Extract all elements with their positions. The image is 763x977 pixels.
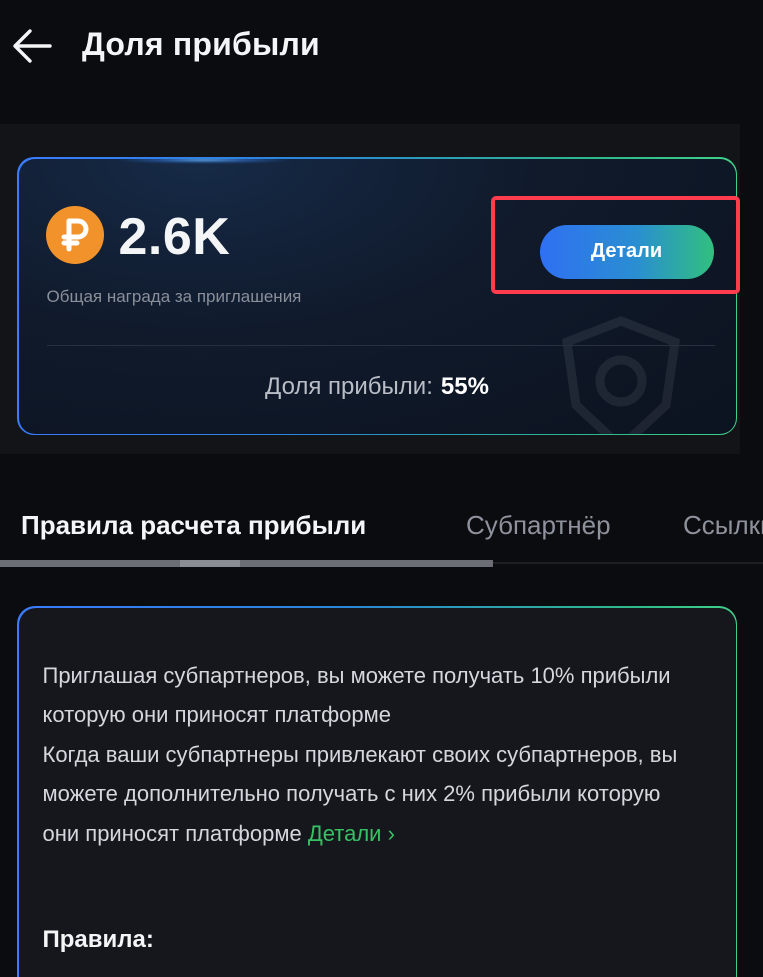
card-glow bbox=[118, 158, 289, 163]
tab-bar: Правила расчета прибыли Субпартнёр Ссылк… bbox=[0, 500, 763, 570]
profit-share-page: Доля прибыли 2.6K Общая награда за пригл… bbox=[0, 0, 763, 977]
arrow-left-icon bbox=[13, 29, 52, 63]
card-divider bbox=[46, 344, 715, 346]
profit-share-row: Доля прибыли: 55% bbox=[19, 373, 736, 401]
tab-indicator-highlight bbox=[180, 560, 240, 567]
rules-card-body: Приглашая субпартнеров, вы можете получа… bbox=[18, 607, 736, 977]
rules-details-link[interactable]: Детали › bbox=[308, 821, 395, 846]
app-header: Доля прибыли bbox=[0, 0, 763, 100]
tab-links[interactable]: Ссылки bbox=[683, 510, 763, 541]
tab-active-indicator bbox=[0, 560, 493, 567]
rules-description: Приглашая субпартнеров, вы можете получа… bbox=[43, 656, 703, 854]
tab-profit-rules[interactable]: Правила расчета прибыли bbox=[21, 510, 366, 541]
profit-share-value: 55% bbox=[440, 372, 489, 400]
details-highlight-box bbox=[491, 196, 740, 294]
total-reward-amount: 2.6K bbox=[118, 207, 231, 266]
page-title: Доля прибыли bbox=[82, 26, 320, 62]
chevron-right-icon: › bbox=[387, 820, 395, 846]
total-reward-caption: Общая награда за приглашения bbox=[46, 286, 302, 306]
rules-card: Приглашая субпартнеров, вы можете получа… bbox=[17, 606, 737, 977]
rules-details-link-label: Детали bbox=[307, 820, 382, 846]
crest-watermark-icon bbox=[561, 315, 680, 434]
profit-share-label: Доля прибыли: bbox=[265, 372, 433, 400]
tab-subpartner[interactable]: Субпартнёр bbox=[466, 510, 611, 541]
rules-paragraph-1: Приглашая субпартнеров, вы можете получа… bbox=[42, 662, 671, 728]
ruble-coin-icon bbox=[45, 205, 104, 264]
back-button[interactable] bbox=[10, 26, 54, 66]
rules-heading: Правила: bbox=[42, 925, 154, 953]
